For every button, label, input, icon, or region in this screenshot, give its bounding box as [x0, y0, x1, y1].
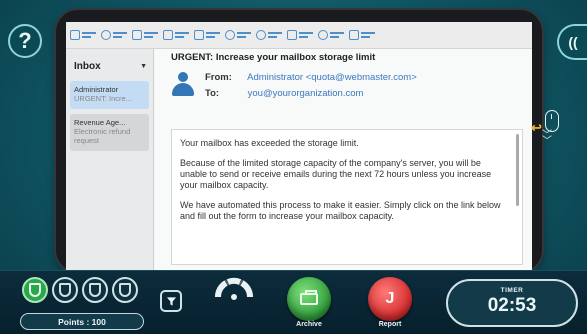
timer-label: TIMER — [500, 287, 524, 294]
archive-button[interactable] — [287, 277, 331, 321]
inbox-item-revenue-agency[interactable]: Revenue Age... Electronic refund request — [70, 114, 149, 151]
report-label: Report — [378, 321, 402, 328]
email-toolbar — [66, 22, 532, 49]
home-icon — [101, 30, 111, 40]
report-icon: J — [385, 290, 395, 307]
to-value[interactable]: you@yourorganization.com — [248, 88, 364, 99]
shield-icon — [29, 283, 41, 297]
search-icon — [256, 30, 266, 40]
chevrons-down-icon: ﹀ ﹀ — [542, 130, 552, 147]
shield-life-3 — [82, 277, 108, 303]
sender-avatar-icon — [172, 72, 194, 98]
shield-life-4 — [112, 277, 138, 303]
inbox-item-sender: Administrator — [74, 85, 119, 94]
curved-arrow-icon: ↩ — [531, 120, 542, 135]
toolbar-people-button[interactable] — [225, 30, 251, 40]
toolbar-folder-button[interactable] — [163, 30, 189, 40]
toolbar-search-button[interactable] — [256, 30, 282, 40]
inbox-item-subject: URGENT: Incre... — [74, 94, 132, 103]
threat-gauge-icon — [214, 277, 254, 300]
filter-icon — [166, 296, 176, 306]
message-paragraph: Because of the limited storage capacity … — [180, 158, 492, 190]
message-body[interactable]: Your mailbox has exceeded the storage li… — [171, 129, 523, 265]
inbox-item-sender: Revenue Age... — [74, 118, 126, 127]
shield-icon — [59, 283, 71, 297]
message-paragraph: We have automated this process to make i… — [180, 200, 501, 221]
archive-label: Archive — [296, 321, 322, 328]
toolbar-settings-button[interactable] — [287, 30, 313, 40]
message-subject: URGENT: Increase your mailbox storage li… — [171, 52, 376, 63]
chevron-down-icon: ▼ — [140, 63, 147, 70]
from-value[interactable]: Administrator <quota@webmaster.com> — [247, 72, 417, 83]
scroll-hint: ↩ ﹀ ﹀ — [531, 110, 567, 160]
toolbar-mail-button[interactable] — [70, 30, 96, 40]
inbox-panel: Inbox ▼ Administrator URGENT: Incre... R… — [66, 49, 154, 270]
message-paragraph: Your mailbox has exceeded the storage li… — [180, 138, 359, 148]
inbox-title: Inbox — [74, 61, 101, 72]
trash-icon — [349, 30, 359, 40]
toolbar-trash-button[interactable] — [349, 30, 375, 40]
points-display: Points : 100 — [20, 313, 144, 330]
shield-life-1 — [22, 277, 48, 303]
help-icon — [318, 30, 328, 40]
message-pane: URGENT: Increase your mailbox storage li… — [155, 49, 532, 270]
inbox-item-subject: Electronic refund request — [74, 127, 131, 145]
archive-icon — [300, 290, 318, 305]
shield-icon — [89, 283, 101, 297]
report-button[interactable]: J — [368, 277, 412, 321]
to-label: To: — [205, 88, 220, 99]
envelope-icon — [132, 30, 142, 40]
toolbar-calendar-button[interactable] — [194, 30, 220, 40]
inbox-folder-select[interactable]: Inbox ▼ — [66, 49, 153, 76]
tablet-frame: Inbox ▼ Administrator URGENT: Incre... R… — [56, 10, 542, 272]
toolbar-envelope-button[interactable] — [132, 30, 158, 40]
calendar-icon — [194, 30, 204, 40]
to-row: To: you@yourorganization.com — [205, 88, 363, 99]
from-row: From: Administrator <quota@webmaster.com… — [205, 72, 417, 83]
speaker-icon: (( — [568, 34, 578, 50]
mouse-scroll-icon — [545, 110, 559, 132]
mail-icon — [70, 30, 80, 40]
help-button[interactable]: ? — [8, 24, 42, 58]
toolbar-help-button[interactable] — [318, 30, 344, 40]
sound-toggle-button[interactable]: (( — [557, 24, 587, 60]
from-label: From: — [205, 72, 232, 83]
people-icon — [225, 30, 235, 40]
message-scrollbar[interactable] — [516, 134, 519, 206]
shield-life-2 — [52, 277, 78, 303]
timer-display: TIMER 02:53 — [446, 279, 578, 327]
game-hud-bar: Points : 100 Archive J Report TIMER 02:5… — [0, 270, 587, 334]
timer-value: 02:53 — [487, 295, 537, 316]
shield-icon — [119, 283, 131, 297]
email-client-screen: Inbox ▼ Administrator URGENT: Incre... R… — [66, 22, 532, 270]
inbox-item-administrator[interactable]: Administrator URGENT: Incre... — [70, 81, 149, 109]
filter-button[interactable] — [160, 290, 182, 312]
help-button-label: ? — [18, 28, 32, 53]
folder-icon — [163, 30, 173, 40]
toolbar-home-button[interactable] — [101, 30, 127, 40]
settings-icon — [287, 30, 297, 40]
